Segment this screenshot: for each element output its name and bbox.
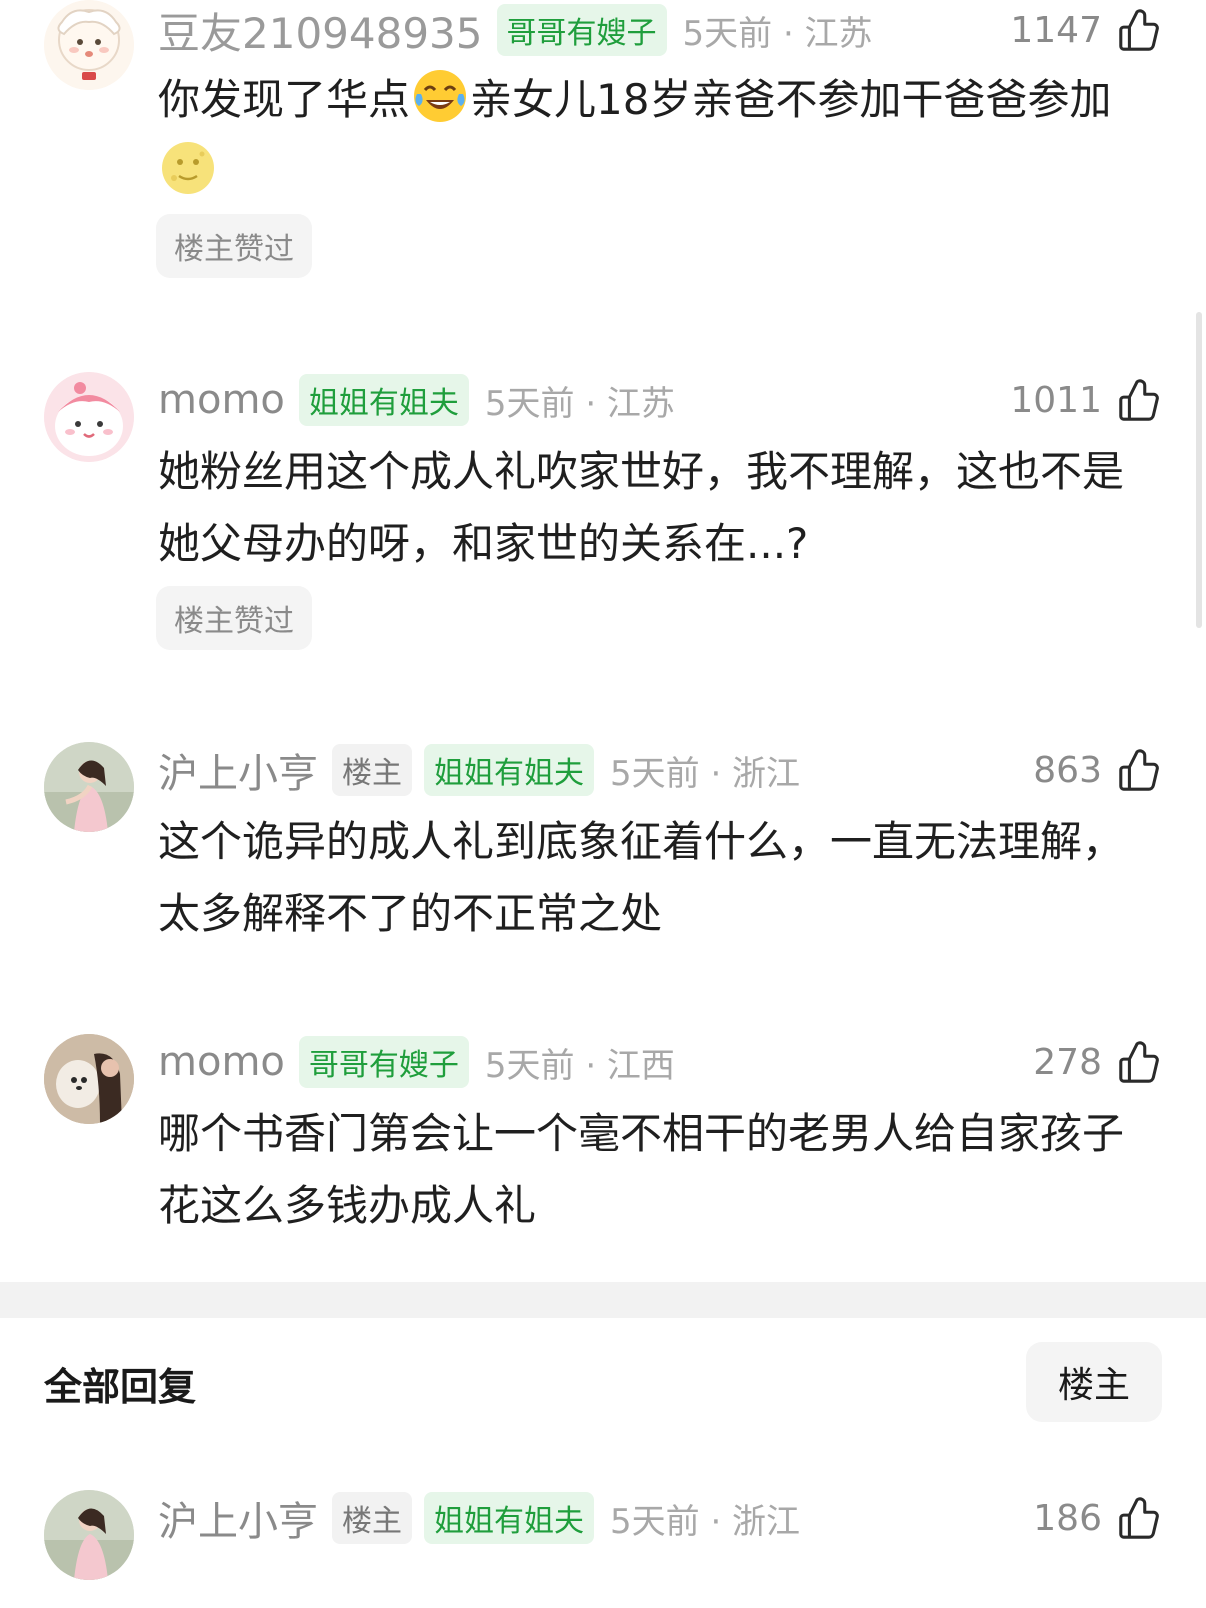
avatar[interactable]	[44, 742, 134, 832]
pink-character-avatar-icon	[44, 372, 134, 462]
group-tag: 姐姐有姐夫	[424, 1492, 594, 1544]
op-tag: 楼主	[332, 744, 412, 796]
avatar[interactable]	[44, 0, 134, 90]
avatar[interactable]	[44, 372, 134, 462]
like-count: 1011	[1010, 379, 1102, 421]
time-location: 5天前 · 江苏	[484, 383, 675, 424]
liked-by-op-chip: 楼主赞过	[156, 214, 312, 278]
comment-text: 你发现了华点 亲女儿18岁亲爸不参加干爸爸参加	[158, 64, 1148, 208]
full-moon-face-emoji-icon	[162, 142, 214, 194]
liked-by-op-chip: 楼主赞过	[156, 586, 312, 650]
thumbs-up-icon[interactable]	[1116, 7, 1162, 53]
like-count: 278	[1033, 1041, 1102, 1083]
username[interactable]: 沪上小亨	[158, 741, 318, 799]
username[interactable]: momo	[158, 377, 285, 423]
group-tag: 姐姐有姐夫	[424, 744, 594, 796]
sheep-avatar-icon	[44, 0, 134, 90]
group-tag: 哥哥有嫂子	[496, 4, 667, 56]
username[interactable]: momo	[158, 1039, 285, 1085]
photo-avatar-icon	[44, 742, 134, 832]
comment-text-part: 亲女儿18岁亲爸不参加干爸爸参加	[470, 75, 1112, 124]
section-divider	[0, 1282, 1206, 1318]
like-count: 186	[1033, 1497, 1102, 1539]
time-location: 5天前 · 江西	[484, 1045, 675, 1086]
thumbs-up-icon[interactable]	[1116, 747, 1162, 793]
photo-avatar-icon	[44, 1034, 134, 1124]
like-count: 1147	[1010, 9, 1102, 51]
tears-of-joy-emoji-icon	[414, 70, 467, 122]
comment-text: 她粉丝用这个成人礼吹家世好，我不理解，这也不是她父母办的呀，和家世的关系在...…	[158, 447, 1125, 568]
comment-text: 哪个书香门第会让一个毫不相干的老男人给自家孩子花这么多钱办成人礼	[158, 1109, 1125, 1230]
time-location: 5天前 · 江苏	[682, 13, 873, 54]
time-location: 5天前 · 浙江	[610, 753, 801, 794]
op-tag: 楼主	[332, 1492, 412, 1544]
comment-text: 这个诡异的成人礼到底象征着什么，一直无法理解，太多解释不了的不正常之处	[158, 817, 1125, 938]
thumbs-up-icon[interactable]	[1116, 1495, 1162, 1541]
all-replies-title: 全部回复	[44, 1365, 197, 1409]
thumbs-up-icon[interactable]	[1116, 1039, 1162, 1085]
comment-text-part: 你发现了华点	[158, 75, 411, 124]
group-tag: 哥哥有嫂子	[298, 1036, 469, 1088]
scrollbar[interactable]	[1196, 312, 1202, 628]
time-location: 5天前 · 浙江	[610, 1501, 801, 1542]
thumbs-up-icon[interactable]	[1116, 377, 1162, 423]
group-tag: 姐姐有姐夫	[298, 374, 469, 426]
avatar[interactable]	[44, 1490, 134, 1580]
op-only-filter-button[interactable]: 楼主	[1026, 1342, 1162, 1422]
username[interactable]: 沪上小亨	[158, 1489, 318, 1547]
username[interactable]: 豆友210948935	[158, 0, 483, 61]
like-count: 863	[1033, 749, 1102, 791]
avatar[interactable]	[44, 1034, 134, 1124]
photo-avatar-icon	[44, 1490, 134, 1580]
